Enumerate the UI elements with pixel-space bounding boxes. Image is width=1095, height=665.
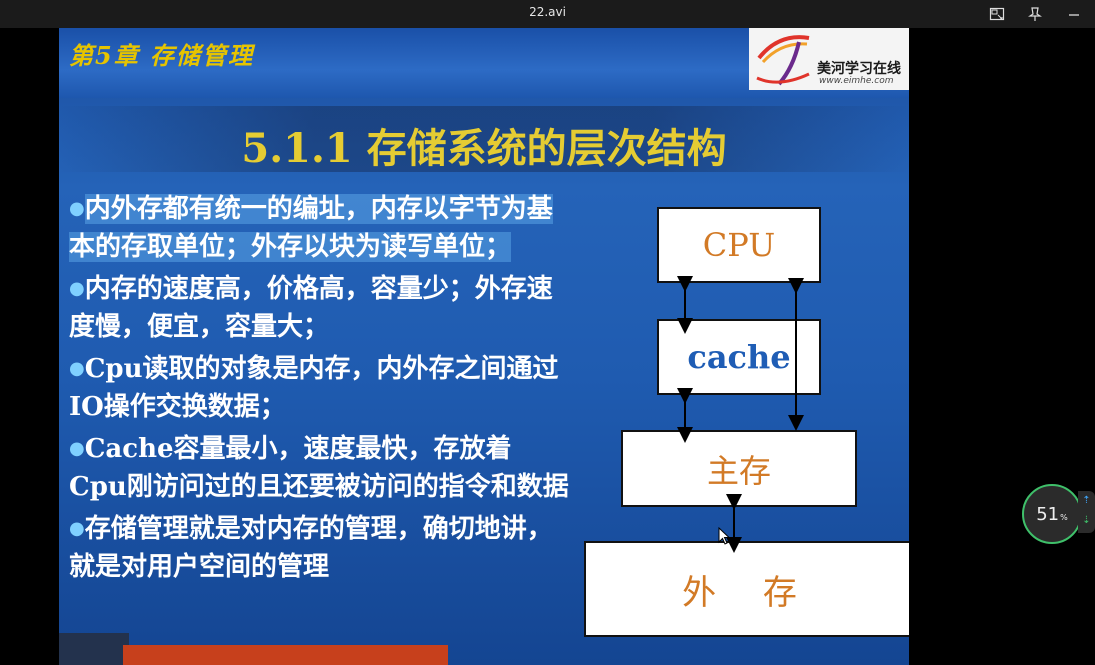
- logo-name: 美河学习在线: [817, 61, 901, 77]
- playback-speed-value: 51: [1036, 503, 1060, 525]
- mouse-cursor-icon: [718, 527, 730, 545]
- speed-down-icon[interactable]: ⇣: [1078, 511, 1095, 531]
- main-memory-box: 主存: [621, 430, 857, 507]
- bullet-text: Cpu读取的对象是内存，内外存之间通过IO操作交换数据；: [69, 354, 559, 422]
- bullet-dot-icon: ●: [69, 518, 85, 539]
- picture-in-picture-button[interactable]: [979, 0, 1015, 28]
- bullet-dot-icon: ●: [69, 438, 85, 459]
- minimize-icon: [1069, 14, 1079, 16]
- bullet-dot-icon: ●: [69, 198, 85, 219]
- slide-footer-dark: [59, 633, 129, 665]
- bullet-item: ●内存的速度高，价格高，容量少；外存速度慢，便宜，容量大；: [69, 270, 569, 346]
- picture-in-picture-icon: [989, 7, 1005, 21]
- video-frame-slide[interactable]: 第5章 存储管理 美河学习在线 www.eimhe.com 5.1.1 存储系统…: [59, 28, 909, 665]
- pin-icon: [1028, 7, 1042, 21]
- cache-box: cache: [657, 319, 821, 395]
- playback-speed-dial[interactable]: 51 %: [1022, 484, 1082, 544]
- speed-up-icon[interactable]: ⇡: [1078, 491, 1095, 511]
- bullet-item: ●内外存都有统一的编址，内存以字节为基本的存取单位；外存以块为读写单位；: [69, 190, 569, 266]
- speed-adjust-buttons: ⇡ ⇣: [1078, 491, 1095, 533]
- window-title-bar: 22.avi: [0, 0, 1095, 28]
- eimhe-logo: 美河学习在线 www.eimhe.com: [749, 28, 909, 90]
- playback-speed-unit: %: [1060, 512, 1068, 522]
- bullet-list: ●内外存都有统一的编址，内存以字节为基本的存取单位；外存以块为读写单位； ●内存…: [69, 190, 569, 590]
- bullet-item: ●Cache容量最小，速度最快，存放着Cpu刚访问过的且还要被访问的指令和数据: [69, 430, 569, 506]
- bullet-item: ●存储管理就是对内存的管理，确切地讲，就是对用户空间的管理: [69, 510, 569, 586]
- bullet-text: 内存的速度高，价格高，容量少；外存速度慢，便宜，容量大；: [69, 274, 553, 342]
- minimize-button[interactable]: [1056, 0, 1092, 28]
- slide-footer-strip: [123, 645, 448, 665]
- window-title: 22.avi: [529, 5, 566, 19]
- external-storage-box: 外 存: [584, 541, 909, 637]
- bullet-text: Cache容量最小，速度最快，存放着Cpu刚访问过的且还要被访问的指令和数据: [69, 434, 569, 502]
- cpu-box: CPU: [657, 207, 821, 283]
- pin-button[interactable]: [1017, 0, 1053, 28]
- chapter-label: 第5章 存储管理: [69, 41, 255, 70]
- logo-url: www.eimhe.com: [819, 76, 894, 86]
- logo-swirl-icon: [756, 35, 810, 86]
- bullet-text: 内外存都有统一的编址，内存以字节为基本的存取单位；外存以块为读写单位；: [69, 194, 553, 262]
- slide-title: 5.1.1 存储系统的层次结构: [241, 125, 727, 172]
- bullet-dot-icon: ●: [69, 278, 85, 299]
- bullet-item: ●Cpu读取的对象是内存，内外存之间通过IO操作交换数据；: [69, 350, 569, 426]
- bullet-text: 存储管理就是对内存的管理，确切地讲，就是对用户空间的管理: [69, 514, 553, 582]
- bullet-dot-icon: ●: [69, 358, 85, 379]
